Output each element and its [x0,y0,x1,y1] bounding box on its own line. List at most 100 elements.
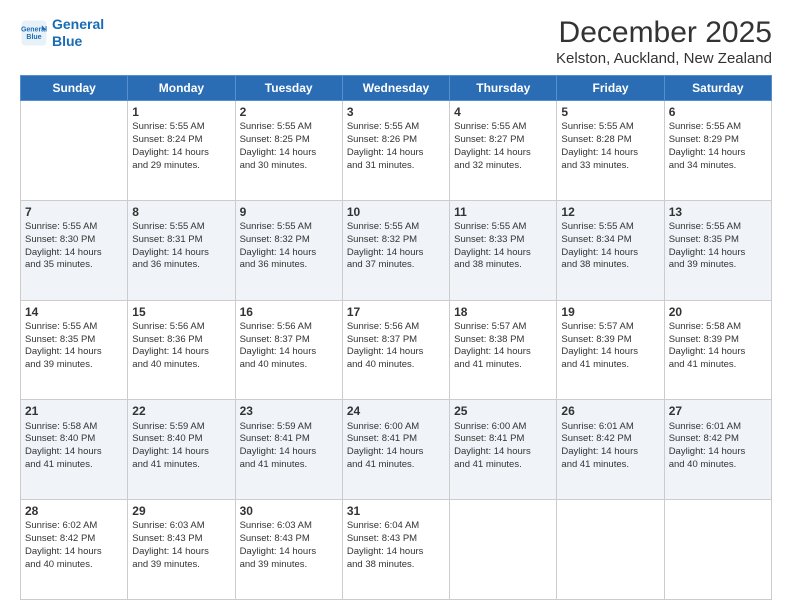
day-info-line: Daylight: 14 hours [561,446,659,459]
day-number: 17 [347,304,445,320]
day-number: 11 [454,204,552,220]
day-info-line: and 41 minutes. [669,359,767,372]
day-info-line: Daylight: 14 hours [347,346,445,359]
day-info-line: and 40 minutes. [25,559,123,572]
calendar-day-header: Sunday [21,76,128,101]
day-info-line: and 32 minutes. [454,160,552,173]
day-info-line: Sunset: 8:25 PM [240,134,338,147]
calendar-cell [557,500,664,600]
day-info-line: Sunrise: 5:55 AM [561,221,659,234]
calendar-week-row: 7Sunrise: 5:55 AMSunset: 8:30 PMDaylight… [21,200,772,300]
day-info-line: Sunset: 8:34 PM [561,234,659,247]
day-info-line: Sunrise: 5:55 AM [240,221,338,234]
day-info-line: Daylight: 14 hours [240,147,338,160]
day-info-line: Sunset: 8:42 PM [25,533,123,546]
day-info-line: Sunrise: 6:01 AM [561,421,659,434]
day-info-line: and 41 minutes. [132,459,230,472]
day-info-line: Sunrise: 6:04 AM [347,520,445,533]
calendar-cell: 28Sunrise: 6:02 AMSunset: 8:42 PMDayligh… [21,500,128,600]
day-info-line: Sunrise: 5:59 AM [240,421,338,434]
calendar-cell [21,101,128,201]
day-info-line: Sunset: 8:39 PM [669,334,767,347]
day-info-line: and 40 minutes. [240,359,338,372]
calendar-cell: 23Sunrise: 5:59 AMSunset: 8:41 PMDayligh… [235,400,342,500]
day-info-line: Daylight: 14 hours [240,546,338,559]
day-info-line: and 29 minutes. [132,160,230,173]
calendar-week-row: 1Sunrise: 5:55 AMSunset: 8:24 PMDaylight… [21,101,772,201]
day-number: 16 [240,304,338,320]
day-number: 10 [347,204,445,220]
day-info-line: Sunrise: 6:00 AM [454,421,552,434]
day-info-line: Sunset: 8:35 PM [669,234,767,247]
day-info-line: Sunrise: 5:55 AM [240,121,338,134]
day-info-line: Sunset: 8:40 PM [132,433,230,446]
calendar-cell: 16Sunrise: 5:56 AMSunset: 8:37 PMDayligh… [235,300,342,400]
day-number: 7 [25,204,123,220]
logo-text: General Blue [52,16,104,50]
day-info-line: Sunset: 8:40 PM [25,433,123,446]
day-info-line: Sunrise: 5:57 AM [561,321,659,334]
day-info-line: and 38 minutes. [347,559,445,572]
calendar-cell: 19Sunrise: 5:57 AMSunset: 8:39 PMDayligh… [557,300,664,400]
calendar-cell: 31Sunrise: 6:04 AMSunset: 8:43 PMDayligh… [342,500,449,600]
calendar-day-header: Wednesday [342,76,449,101]
calendar-cell [450,500,557,600]
calendar-cell: 8Sunrise: 5:55 AMSunset: 8:31 PMDaylight… [128,200,235,300]
day-info-line: and 41 minutes. [347,459,445,472]
day-info-line: Daylight: 14 hours [132,147,230,160]
day-info-line: Sunrise: 5:56 AM [347,321,445,334]
day-info-line: Sunset: 8:32 PM [240,234,338,247]
day-info-line: and 41 minutes. [240,459,338,472]
calendar-cell: 20Sunrise: 5:58 AMSunset: 8:39 PMDayligh… [664,300,771,400]
calendar-cell: 14Sunrise: 5:55 AMSunset: 8:35 PMDayligh… [21,300,128,400]
day-number: 15 [132,304,230,320]
day-info-line: Sunset: 8:41 PM [454,433,552,446]
day-info-line: and 39 minutes. [240,559,338,572]
day-number: 6 [669,104,767,120]
calendar-header-row: SundayMondayTuesdayWednesdayThursdayFrid… [21,76,772,101]
day-number: 24 [347,403,445,419]
day-info-line: and 39 minutes. [132,559,230,572]
day-info-line: and 39 minutes. [25,359,123,372]
day-info-line: Sunrise: 5:55 AM [132,121,230,134]
day-number: 20 [669,304,767,320]
day-info-line: Sunset: 8:31 PM [132,234,230,247]
day-info-line: Daylight: 14 hours [25,346,123,359]
day-info-line: Sunrise: 5:56 AM [132,321,230,334]
day-info-line: Daylight: 14 hours [132,546,230,559]
calendar-cell [664,500,771,600]
day-info-line: Daylight: 14 hours [240,247,338,260]
day-info-line: Sunrise: 5:58 AM [669,321,767,334]
day-info-line: Sunset: 8:39 PM [561,334,659,347]
location: Kelston, Auckland, New Zealand [556,50,772,67]
day-number: 27 [669,403,767,419]
calendar-cell: 4Sunrise: 5:55 AMSunset: 8:27 PMDaylight… [450,101,557,201]
day-number: 26 [561,403,659,419]
day-number: 25 [454,403,552,419]
day-info-line: and 38 minutes. [561,259,659,272]
day-info-line: Sunset: 8:30 PM [25,234,123,247]
day-number: 31 [347,503,445,519]
day-info-line: Sunrise: 6:01 AM [669,421,767,434]
day-info-line: and 41 minutes. [25,459,123,472]
day-number: 22 [132,403,230,419]
day-info-line: Sunset: 8:36 PM [132,334,230,347]
day-info-line: and 41 minutes. [561,359,659,372]
day-info-line: and 37 minutes. [347,259,445,272]
svg-text:Blue: Blue [26,34,41,41]
day-info-line: Sunrise: 6:02 AM [25,520,123,533]
day-info-line: Daylight: 14 hours [240,346,338,359]
day-info-line: and 41 minutes. [454,459,552,472]
day-info-line: Sunrise: 5:55 AM [25,221,123,234]
month-title: December 2025 [556,16,772,50]
day-info-line: and 33 minutes. [561,160,659,173]
day-info-line: and 35 minutes. [25,259,123,272]
day-info-line: Daylight: 14 hours [669,446,767,459]
calendar-cell: 6Sunrise: 5:55 AMSunset: 8:29 PMDaylight… [664,101,771,201]
day-info-line: Sunset: 8:42 PM [669,433,767,446]
day-number: 30 [240,503,338,519]
day-info-line: Daylight: 14 hours [347,546,445,559]
calendar-cell: 21Sunrise: 5:58 AMSunset: 8:40 PMDayligh… [21,400,128,500]
calendar-cell: 3Sunrise: 5:55 AMSunset: 8:26 PMDaylight… [342,101,449,201]
day-info-line: Daylight: 14 hours [347,147,445,160]
